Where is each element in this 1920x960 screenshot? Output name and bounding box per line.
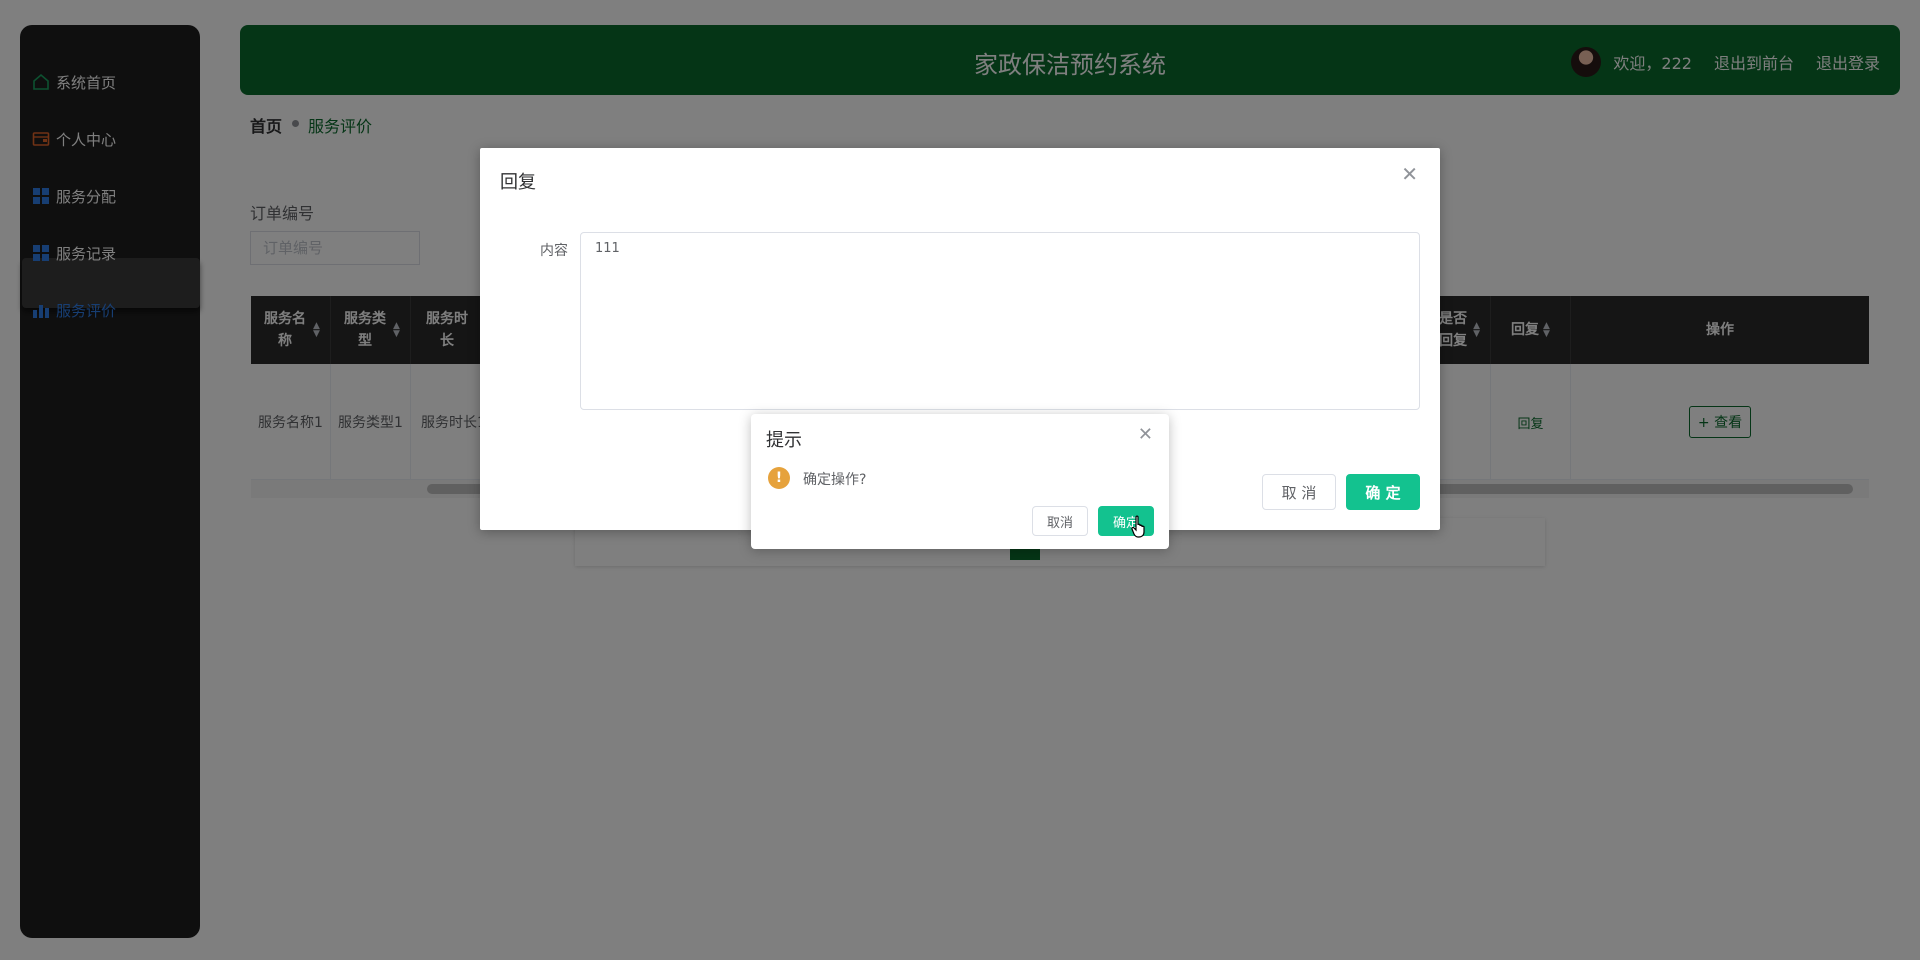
- confirm-message-box: 提示 ✕ ! 确定操作? 取消 确定: [751, 414, 1169, 549]
- message-box-title: 提示: [766, 430, 802, 451]
- dialog-title: 回复: [500, 172, 536, 193]
- content-label: 内容: [540, 243, 568, 259]
- content-textarea[interactable]: [580, 232, 1420, 410]
- warning-icon: !: [768, 467, 790, 489]
- message-cancel-button[interactable]: 取消: [1032, 506, 1088, 536]
- cancel-button[interactable]: 取 消: [1262, 474, 1336, 510]
- confirm-button[interactable]: 确 定: [1346, 474, 1420, 510]
- close-icon[interactable]: ✕: [1138, 424, 1153, 445]
- hand-cursor-icon: [1131, 515, 1145, 538]
- message-text: 确定操作?: [803, 472, 867, 488]
- close-icon[interactable]: ✕: [1401, 162, 1418, 186]
